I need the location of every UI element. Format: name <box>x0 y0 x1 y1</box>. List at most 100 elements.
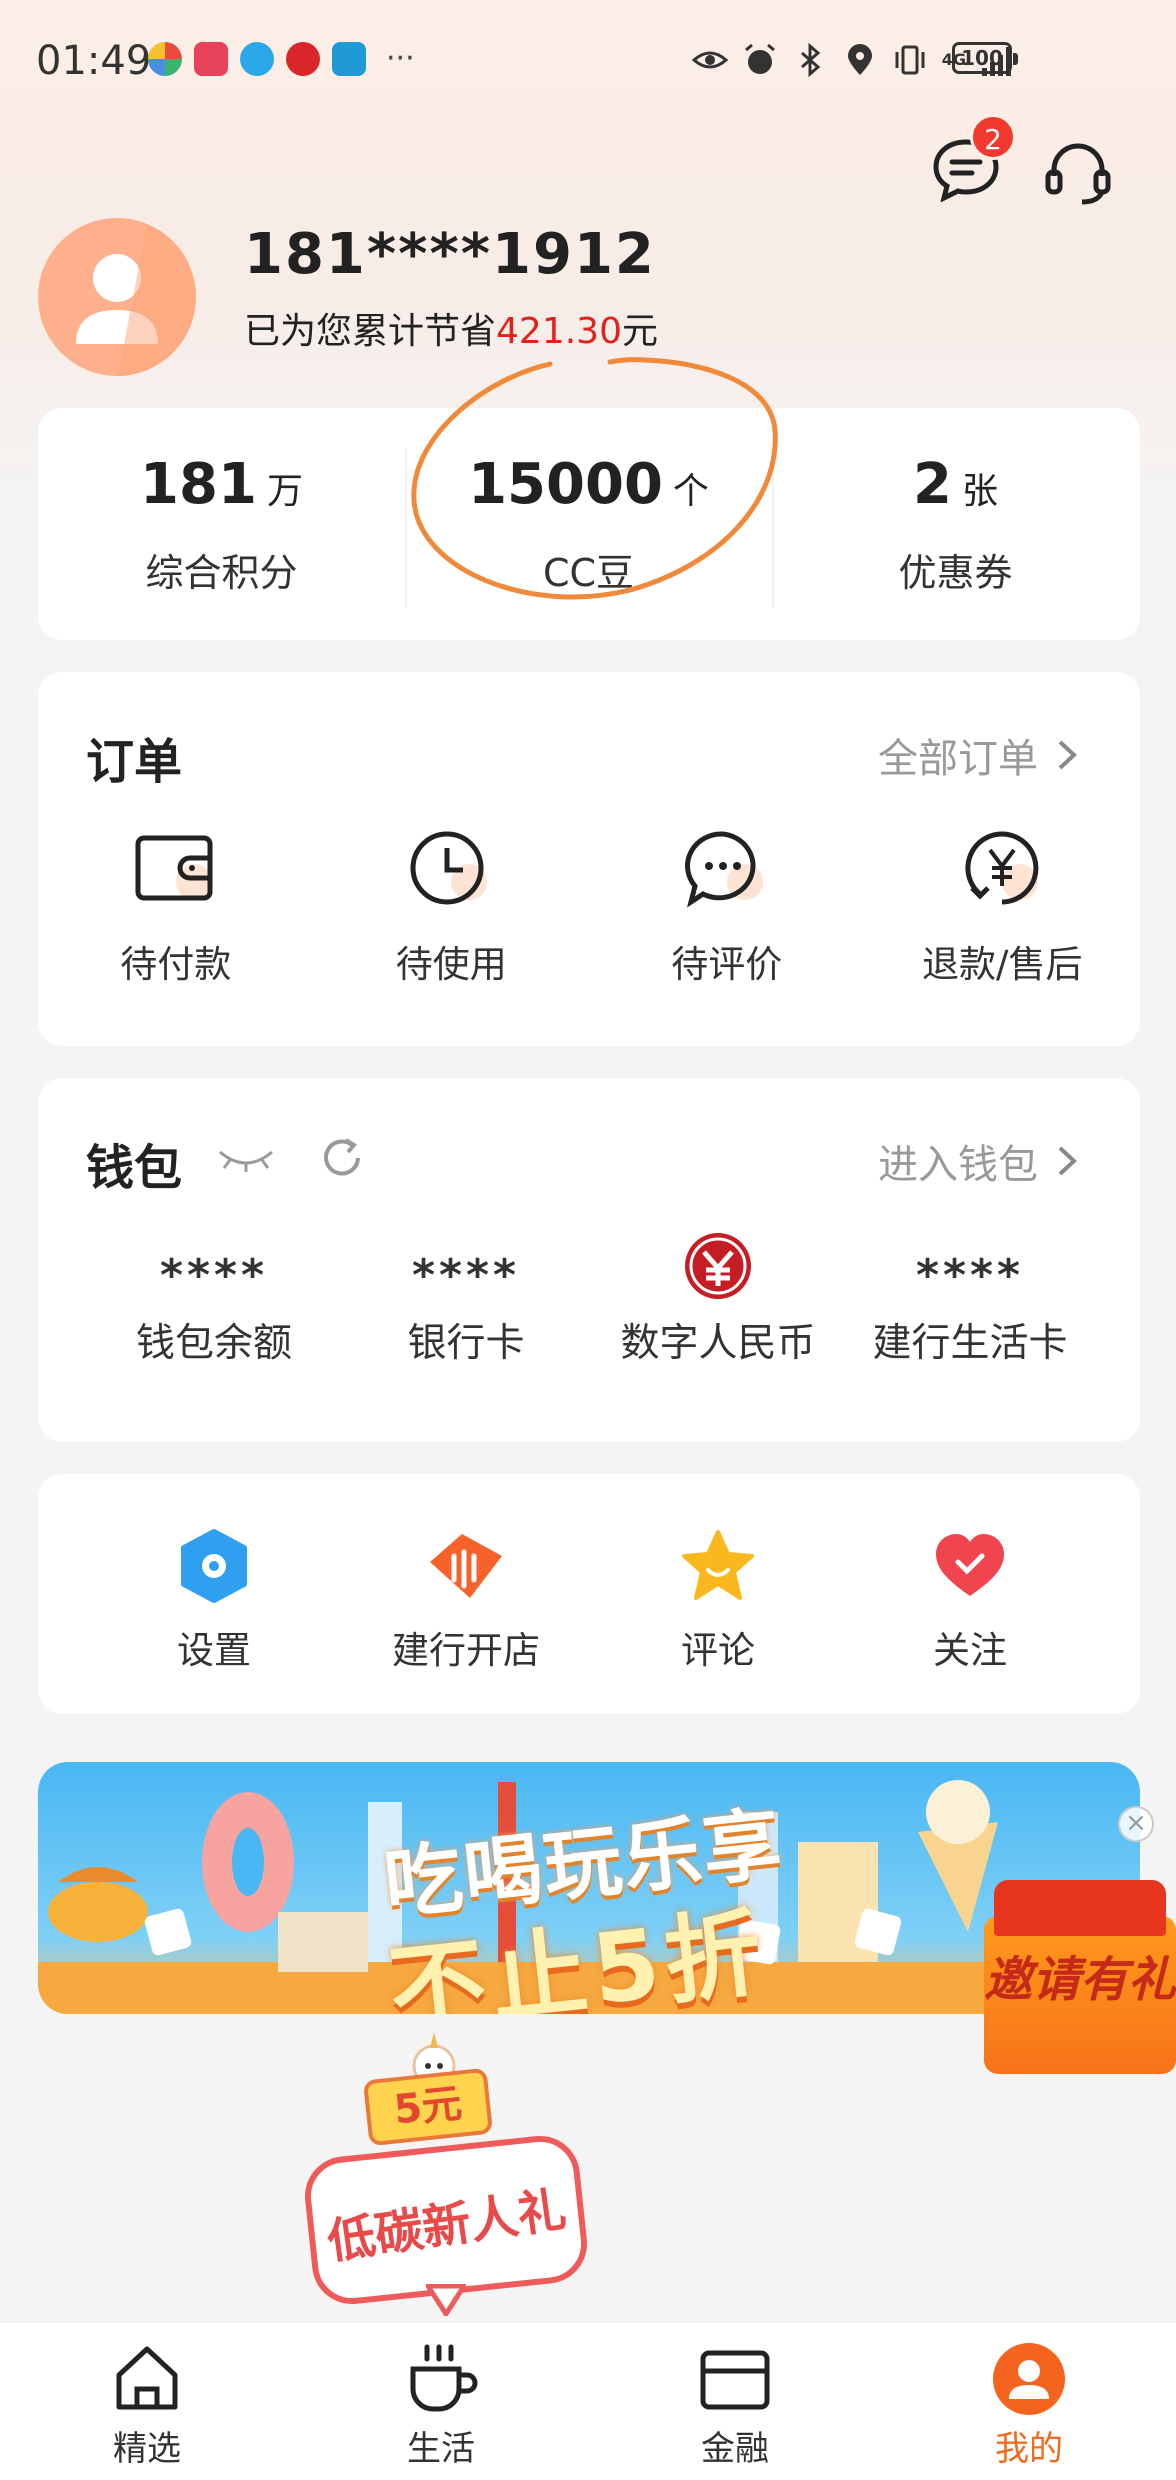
order-refund[interactable]: 退款/售后 <box>865 824 1141 988</box>
tool-follow[interactable]: 关注 <box>844 1526 1096 1674</box>
order-pending-payment[interactable]: 待付款 <box>38 824 314 988</box>
bottom-nav: 精选 生活 金融 我的 <box>0 2322 1176 2480</box>
message-badge: 2 <box>970 114 1016 160</box>
avatar[interactable] <box>38 218 196 376</box>
nav-label: 我的 <box>995 2429 1063 2469</box>
tool-label: 评论 <box>681 1629 755 1672</box>
banner-close-button[interactable]: × <box>1118 1806 1154 1842</box>
nav-life[interactable]: 生活 <box>294 2323 588 2480</box>
stat-label: 优惠券 <box>898 551 1013 595</box>
coffee-cup-icon <box>410 2344 478 2412</box>
orders-title: 订单 <box>86 734 183 790</box>
tool-settings[interactable]: 设置 <box>88 1526 340 1674</box>
stat-label: CC豆 <box>542 551 635 595</box>
notification-icons: ··· <box>148 42 415 76</box>
wallet-value: **** <box>159 1250 269 1301</box>
new-user-gift-button[interactable]: 5元 低碳新人礼 <box>301 2030 591 2316</box>
location-icon <box>847 44 872 75</box>
nav-mine[interactable]: 我的 <box>882 2323 1176 2480</box>
nav-finance[interactable]: 金融 <box>588 2323 882 2480</box>
settings-hexagon-icon <box>181 1529 247 1603</box>
tool-review[interactable]: 评论 <box>592 1526 844 1674</box>
tool-label: 建行开店 <box>392 1629 540 1672</box>
gift-ribbon <box>994 1880 1166 1936</box>
nav-label: 生活 <box>407 2429 475 2469</box>
wallet-bank-card[interactable]: **** 银行卡 <box>340 1246 592 1368</box>
card-icon <box>700 2350 770 2410</box>
tools-card: 设置 建行开店 评论 关注 <box>38 1474 1140 1714</box>
chevron-right-icon <box>1058 1146 1077 1176</box>
battery-indicator: 100 <box>952 42 1018 74</box>
order-label: 待评价 <box>671 943 783 986</box>
home-icon <box>116 2346 178 2410</box>
enter-wallet-label: 进入钱包 <box>878 1142 1038 1188</box>
nav-label: 精选 <box>113 2429 181 2469</box>
wallet-digital-rmb[interactable]: 数字人民币 <box>592 1233 844 1368</box>
wallet-label: 钱包余额 <box>135 1321 292 1366</box>
stat-value: 181 <box>140 452 257 517</box>
eye-icon <box>691 51 728 69</box>
wallet-label: 银行卡 <box>407 1321 525 1366</box>
wallet-value: **** <box>411 1250 521 1301</box>
user-silhouette-icon <box>76 218 196 376</box>
all-orders-link[interactable]: 全部订单 <box>878 726 1078 784</box>
wallet-life-card[interactable]: **** 建行生活卡 <box>844 1246 1096 1368</box>
stat-cc-beans[interactable]: 15000 个 CC豆 <box>405 408 772 640</box>
order-to-review[interactable]: 待评价 <box>589 824 865 988</box>
promo-banner[interactable]: 吃喝玩乐享 不止5折 <box>38 1762 1140 2014</box>
order-to-use[interactable]: 待使用 <box>314 824 590 988</box>
savings-text: 已为您累计节省421.30元 <box>244 302 658 354</box>
user-icon <box>993 2343 1065 2415</box>
customer-service-icon[interactable] <box>1042 136 1114 208</box>
app-notification-icon <box>194 42 228 76</box>
wallet-balance[interactable]: **** 钱包余额 <box>88 1246 340 1368</box>
nav-label: 金融 <box>701 2429 769 2469</box>
gift-amount-tag: 5元 <box>362 2067 494 2147</box>
invite-gift-button[interactable]: 邀请有礼 <box>984 1880 1176 2074</box>
more-notifications-icon: ··· <box>386 41 415 76</box>
digital-rmb-icon <box>685 1233 751 1299</box>
app-notification-icon <box>240 42 274 76</box>
status-time: 01:49 <box>36 38 152 84</box>
order-label: 待付款 <box>120 943 232 986</box>
star-icon <box>682 1530 754 1600</box>
invite-text: 邀请有礼 <box>984 1952 1176 2008</box>
savings-prefix: 已为您累计节省 <box>244 311 497 352</box>
wallet-value: **** <box>915 1250 1025 1301</box>
vibrate-icon <box>895 45 925 75</box>
wallet-label: 建行生活卡 <box>872 1321 1068 1366</box>
eye-closed-icon[interactable] <box>216 1138 276 1178</box>
bubble-tail <box>426 2284 466 2316</box>
clock-icon <box>410 831 488 905</box>
nav-featured[interactable]: 精选 <box>0 2323 294 2480</box>
refresh-icon[interactable] <box>318 1134 366 1182</box>
stat-value: 2 <box>913 452 952 517</box>
wallet-icon <box>135 835 213 901</box>
savings-amount: 421.30 <box>496 311 622 352</box>
savings-suffix: 元 <box>621 311 658 352</box>
stat-label: 综合积分 <box>145 551 298 595</box>
app-notification-icon <box>286 42 320 76</box>
app-notification-icon <box>332 42 366 76</box>
chevron-right-icon <box>1058 740 1077 770</box>
tool-label: 设置 <box>177 1629 251 1672</box>
tool-open-store[interactable]: 建行开店 <box>340 1526 592 1674</box>
stat-value: 15000 <box>468 452 663 517</box>
wallet-label: 数字人民币 <box>620 1321 816 1366</box>
stat-unit: 万 <box>266 471 303 512</box>
order-label: 待使用 <box>395 943 507 986</box>
stat-coupons[interactable]: 2张 优惠券 <box>772 408 1139 640</box>
stat-points[interactable]: 181 万 综合积分 <box>38 408 405 640</box>
tool-label: 关注 <box>933 1629 1007 1672</box>
user-phone: 181****1912 <box>244 222 656 287</box>
enter-wallet-link[interactable]: 进入钱包 <box>878 1132 1078 1190</box>
wallet-card: 钱包 进入钱包 **** 钱包余额 **** 银行卡 数字人民币 **** 建行… <box>38 1078 1140 1442</box>
app-notification-icon <box>148 42 182 76</box>
refund-yen-icon <box>965 831 1039 905</box>
orders-card: 订单 全部订单 待付款 待使用 待评价 退款/售后 <box>38 672 1140 1046</box>
all-orders-label: 全部订单 <box>878 736 1038 782</box>
bluetooth-icon <box>800 42 821 78</box>
heart-icon <box>936 1534 1004 1596</box>
order-label: 退款/售后 <box>922 943 1083 986</box>
stat-unit: 个 <box>672 471 709 512</box>
